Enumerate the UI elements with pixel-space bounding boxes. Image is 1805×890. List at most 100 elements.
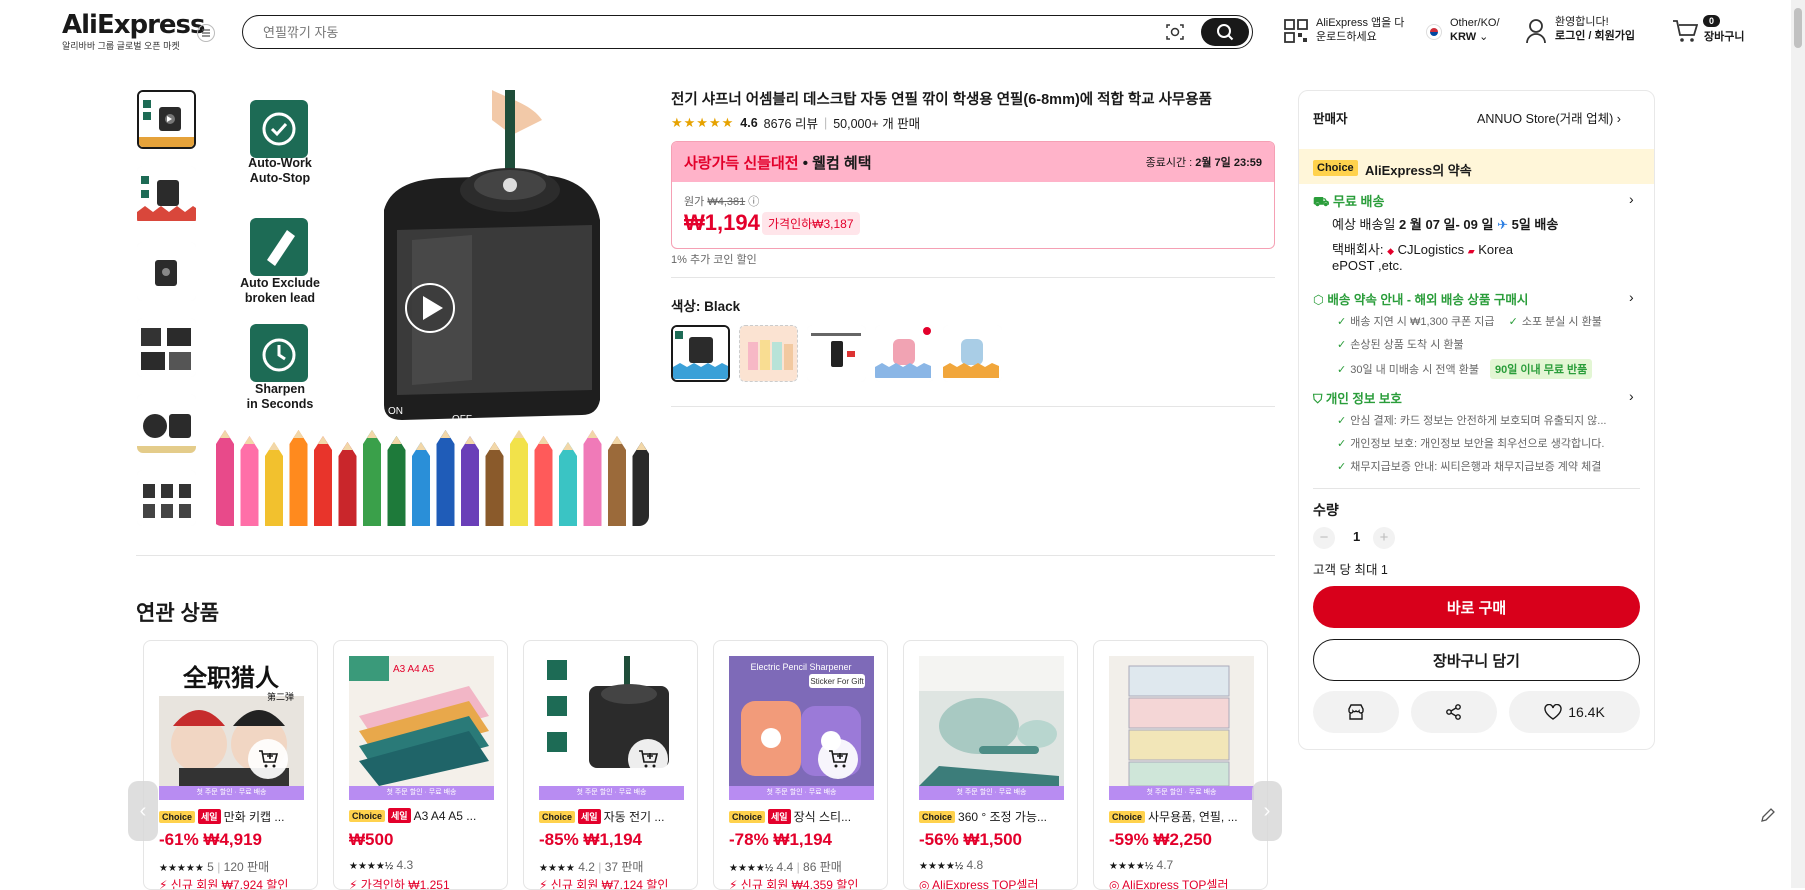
product-name-row[interactable]: Choice 세일 A3 A4 A5 ... [349, 808, 476, 823]
product-name-row[interactable]: Choice 사무용품, 연필, ... [1109, 808, 1238, 825]
related-product-card[interactable]: 첫 주문 할인 · 무료 배송 Choice 세일 자동 전기 ... -85% ₩1,… [523, 640, 698, 890]
product-price: -61% ₩4,919 [159, 830, 262, 849]
login-signup-link[interactable]: 환영합니다! 로그인 / 회원가입 [1555, 15, 1635, 43]
product-name: 360 ° 조정 가능... [958, 810, 1048, 824]
search-bar[interactable] [242, 15, 1253, 49]
product-name-row[interactable]: Choice 세일 자동 전기 ... [539, 808, 664, 825]
gallery-thumbnail[interactable] [137, 90, 196, 149]
carrier-info: 택배회사: ◆ CJLogistics ▰ Korea [1332, 242, 1513, 257]
product-rating: ★★★★½ 4.4 | 86 판매 [729, 860, 842, 874]
user-icon[interactable] [1525, 18, 1547, 44]
korea-flag-icon [1426, 24, 1442, 40]
divider [136, 555, 1275, 556]
carousel-prev-button[interactable]: ‹ [128, 781, 158, 841]
main-product-image[interactable]: ON OFF Auto-Work Auto-Stop Auto Exclude … [212, 90, 649, 526]
related-product-card[interactable]: 첫 주문 할인 · 무료 배송 Choice 360 ° 조정 가능... -56% … [903, 640, 1078, 890]
color-swatch-black[interactable] [671, 325, 730, 382]
gallery-thumbnail[interactable] [137, 166, 196, 225]
product-image-text: A3 A4 A5 [393, 664, 435, 675]
quantity-increase-button[interactable]: + [1373, 527, 1395, 549]
chevron-right-icon[interactable]: › [1629, 191, 1634, 207]
product-image-text: 全职猎人 [182, 664, 279, 692]
qr-code-icon[interactable] [1283, 18, 1309, 44]
related-product-card[interactable]: 첫 주문 할인 · 무료 배송 Choice 사무용품, 연필, ... -59% ₩… [1093, 640, 1268, 890]
free-shipping-link[interactable]: ⛟ 무료 배송 [1313, 191, 1384, 212]
cart-label[interactable]: 장바구니 [1704, 30, 1744, 44]
privacy-link[interactable]: ⛉ 개인 정보 보호 [1313, 388, 1402, 407]
delivery-guarantee-link[interactable]: ⬡ 배송 약속 안내 - 해외 배송 상품 구매시 [1313, 289, 1528, 308]
add-to-cart-button[interactable]: 장바구니 담기 [1313, 639, 1640, 681]
buy-now-button[interactable]: 바로 구매 [1313, 586, 1640, 628]
sale-badge: 세일 [578, 809, 601, 824]
quantity-decrease-button[interactable]: − [1313, 527, 1335, 549]
chevron-right-icon[interactable]: › [1629, 289, 1634, 305]
pencil-decoration [510, 430, 528, 526]
add-to-cart-icon[interactable] [628, 739, 668, 779]
share-button[interactable] [1411, 691, 1497, 733]
choice-badge: Choice [1109, 810, 1146, 823]
scrollbar-thumb[interactable] [1794, 8, 1802, 48]
gallery-thumbnail[interactable] [137, 394, 196, 453]
pencil-decoration [608, 436, 626, 526]
color-swatch-pastel[interactable] [739, 325, 798, 382]
product-name-row[interactable]: Choice 세일 만화 키캡 ... [159, 808, 284, 825]
product-name-row[interactable]: Choice 360 ° 조정 가능... [919, 808, 1047, 825]
edit-feedback-icon[interactable] [1760, 807, 1776, 823]
product-rating: ★★★★ 4.2 | 37 판매 [539, 860, 644, 874]
gallery-thumbnail[interactable] [137, 318, 196, 377]
color-swatch-sharpener-box[interactable] [807, 325, 866, 382]
pencil-decoration [485, 442, 504, 526]
review-count[interactable]: 8676 리뷰 [764, 113, 818, 132]
seller-link[interactable]: ANNUO Store(거래 업체) › [1477, 108, 1621, 127]
add-to-cart-icon[interactable] [248, 739, 288, 779]
rating-stars-icon: ★★★★½ [1109, 861, 1154, 872]
play-video-icon[interactable] [405, 284, 453, 332]
cj-logo-icon: ◆ [1387, 246, 1394, 256]
aliexpress-logo[interactable]: AliExpress 알리바바 그룹 글로벌 오픈 마켓 [62, 10, 205, 52]
product-image[interactable]: A3 A4 A5 [349, 656, 494, 786]
feature-label: Auto Exclude broken lead [240, 276, 320, 305]
language-currency-selector[interactable]: Other/KO/ KRW ⌄ [1450, 16, 1500, 44]
store-button[interactable] [1313, 691, 1399, 733]
coin-discount: 1% 추가 코인 할인 [671, 254, 757, 266]
chevron-right-icon[interactable]: › [1629, 388, 1634, 404]
app-download-link[interactable]: AliExpress 앱을 다 운로드하세요 [1316, 16, 1404, 44]
product-name-row[interactable]: Choice 세일 장식 스티... [729, 808, 851, 825]
quantity-value[interactable]: 1 [1353, 529, 1360, 544]
badge-icon: ◎ [1109, 878, 1120, 890]
pencil-decoration [436, 430, 455, 526]
choice-badge: Choice [539, 810, 576, 823]
rating-row: ★★★★★ 4.6 8676 리뷰 | 50,000+ 개 판매 [671, 113, 921, 132]
product-name: 만화 키캡 ... [223, 810, 285, 824]
product-price: -78% ₩1,194 [729, 830, 832, 849]
wishlist-button[interactable]: 16.4K [1509, 691, 1640, 733]
search-button[interactable] [1201, 18, 1249, 46]
related-product-card[interactable]: A3 A4 A5 첫 주문 할인 · 무료 배송 Choice 세일 A3 A4 A5 … [333, 640, 508, 890]
pencil-decoration [265, 442, 283, 526]
color-swatch-pink[interactable] [875, 325, 934, 382]
cart-icon[interactable] [1672, 19, 1698, 43]
choice-badge: Choice [919, 810, 956, 823]
pencil-decoration [216, 430, 234, 526]
menu-icon[interactable] [197, 24, 215, 42]
product-image[interactable] [1109, 656, 1254, 786]
camera-search-icon[interactable] [1165, 22, 1185, 42]
rating-stars-icon: ★★★★½ [919, 861, 964, 872]
gallery-thumbnail[interactable] [137, 470, 196, 526]
estimated-delivery: 예상 배송일 2 월 07 일- 09 일 ✈ 5일 배송 [1332, 217, 1559, 232]
related-product-card[interactable]: Electric Pencil Sharpener Sticker For Gif… [713, 640, 888, 890]
product-image[interactable] [919, 656, 1064, 786]
pencil-decoration [412, 442, 430, 526]
page-scrollbar[interactable] [1791, 0, 1805, 888]
color-swatch-blue[interactable] [943, 325, 1002, 382]
gallery-thumbnail[interactable] [137, 242, 196, 301]
add-to-cart-icon[interactable] [818, 739, 858, 779]
rating-stars-icon: ★★★★½ [349, 861, 394, 872]
related-product-card[interactable]: 全职猎人 第二弹 첫 주문 할인 · 무료 배송 Choice 세일 만화 키캡 ... -… [143, 640, 318, 890]
carousel-next-button[interactable]: › [1252, 781, 1282, 841]
info-icon[interactable]: ⓘ [748, 196, 759, 208]
product-price: -85% ₩1,194 [539, 830, 642, 849]
search-input[interactable] [263, 22, 1163, 42]
pencil-decoration [632, 442, 649, 526]
flash-icon: ⚡ [349, 878, 358, 890]
